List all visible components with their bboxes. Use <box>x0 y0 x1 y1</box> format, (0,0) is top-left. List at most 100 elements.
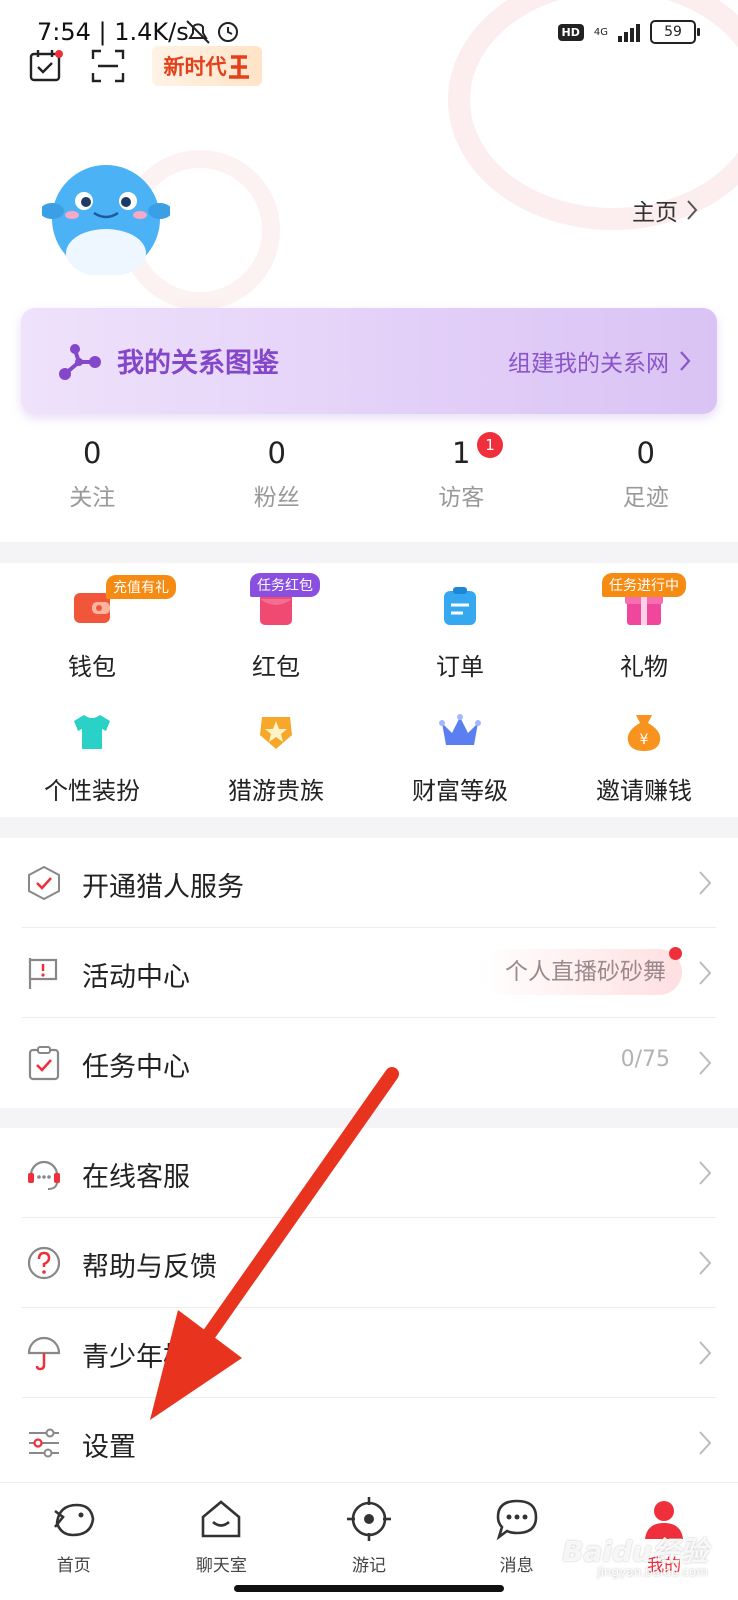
clipboard-check-icon <box>28 1046 60 1081</box>
profile-header-area: 7:54 | 1.4K/s HD 4G 59 新时代 主页 我的关系图鉴 组建我… <box>0 0 738 542</box>
checkin-calendar-button[interactable] <box>28 48 64 84</box>
grid-item-label: 猎游贵族 <box>228 777 324 805</box>
stat-visitors[interactable]: 1 访客 1 <box>369 432 554 522</box>
grid-item-label: 财富等级 <box>412 777 508 805</box>
grid-item-invite[interactable]: ¥ 邀请赚钱 <box>552 709 736 806</box>
scan-button[interactable] <box>90 48 126 84</box>
signal-icon <box>618 22 640 42</box>
home-page-link[interactable]: 主页 <box>632 193 698 227</box>
avatar[interactable] <box>40 155 172 277</box>
nav-travel-notes[interactable]: 游记 <box>295 1483 443 1600</box>
new-era-banner-button[interactable]: 新时代 <box>152 46 262 86</box>
menu-item-task-center[interactable]: 任务中心 0/75 <box>0 1018 738 1108</box>
grid-item-wallet[interactable]: 钱包 充值有礼 <box>0 575 184 682</box>
nav-label: 游记 <box>351 1556 386 1576</box>
grid-item-orders[interactable]: 订单 <box>368 585 552 682</box>
nav-home[interactable]: 首页 <box>0 1483 148 1600</box>
stat-footprints[interactable]: 0 足迹 <box>554 432 738 522</box>
nav-label: 聊天室 <box>195 1556 247 1576</box>
feature-grid: 钱包 充值有礼 红包 任务红包 订单 礼物 任务进行中 个性装扮 猎游贵族 财富… <box>0 563 738 817</box>
crown-icon <box>439 714 481 745</box>
menu-item-customer-service[interactable]: 在线客服 <box>0 1128 738 1218</box>
umbrella-icon <box>27 1336 61 1371</box>
header-toolbar: 新时代 <box>28 46 262 86</box>
grid-item-label: 订单 <box>436 653 484 681</box>
chevron-right-icon <box>680 351 691 371</box>
menu-item-hunter-service[interactable]: 开通猎人服务 <box>0 838 738 928</box>
nav-label: 首页 <box>56 1556 91 1576</box>
battery-icon: 59 <box>650 20 700 44</box>
shield-check-icon <box>28 865 60 901</box>
promo-tag: 充值有礼 <box>106 575 176 599</box>
chevron-right-icon <box>699 1051 712 1075</box>
new-era-emblem-icon <box>228 55 249 79</box>
menu-item-activity-center[interactable]: 活动中心 个人直播砂砂舞 <box>0 928 738 1018</box>
promo-tag: 任务进行中 <box>602 573 686 597</box>
menu-item-teen-mode[interactable]: 青少年模式 <box>0 1308 738 1398</box>
status-indicators: HD 4G 59 <box>557 20 700 44</box>
stat-value: 1 <box>452 436 471 470</box>
dolphin-avatar-icon <box>40 165 172 277</box>
grid-item-dressup[interactable]: 个性装扮 <box>0 709 184 806</box>
grid-item-gifts[interactable]: 礼物 任务进行中 <box>552 573 736 682</box>
relation-network-icon <box>59 344 101 380</box>
status-time: 7:54 | 1.4K/s <box>37 18 189 46</box>
stat-value: 0 <box>267 436 286 470</box>
grid-item-wealth-level[interactable]: 财富等级 <box>368 709 552 806</box>
menu-item-settings[interactable]: 设置 <box>0 1398 738 1488</box>
hd-badge: HD <box>557 23 584 41</box>
mute-and-alarm-icon <box>186 20 238 44</box>
target-icon <box>346 1497 391 1541</box>
stats-row: 0 关注 0 粉丝 1 访客 1 0 足迹 <box>0 432 738 522</box>
stat-value: 0 <box>83 436 102 470</box>
chevron-right-icon <box>699 1251 712 1275</box>
chevron-right-icon <box>699 1431 712 1455</box>
flag-icon <box>28 958 58 989</box>
message-bubble-icon <box>496 1499 537 1541</box>
stat-value: 0 <box>636 436 655 470</box>
sliders-icon <box>29 1428 59 1458</box>
nav-chatroom[interactable]: 聊天室 <box>148 1483 296 1600</box>
promo-tag: 任务红包 <box>250 573 320 597</box>
chevron-right-icon <box>699 961 712 985</box>
stat-label: 关注 <box>69 485 116 511</box>
new-era-label: 新时代 <box>163 54 227 79</box>
battery-level: 59 <box>664 24 682 40</box>
headset-icon <box>28 1160 60 1190</box>
grid-item-noble[interactable]: 猎游贵族 <box>184 709 368 806</box>
notification-dot <box>669 947 682 960</box>
stat-label: 访客 <box>438 485 485 511</box>
chevron-right-icon <box>699 871 712 895</box>
menu-item-label: 设置 <box>82 1432 136 1463</box>
chatroom-house-icon <box>202 1500 241 1538</box>
menu-group-support: 在线客服 帮助与反馈 青少年模式 设置 <box>0 1128 738 1488</box>
stat-following[interactable]: 0 关注 <box>0 432 185 522</box>
tshirt-icon <box>74 715 110 749</box>
menu-item-label: 开通猎人服务 <box>82 872 244 903</box>
grid-item-label: 红包 <box>252 653 300 681</box>
noble-badge-icon <box>260 717 292 749</box>
relation-card-title: 我的关系图鉴 <box>117 348 279 379</box>
visitor-count-badge: 1 <box>477 432 503 458</box>
menu-item-label: 青少年模式 <box>82 1342 217 1373</box>
order-icon <box>444 587 476 625</box>
stat-fans[interactable]: 0 粉丝 <box>185 432 370 522</box>
baidu-watermark: Baidu经验 <box>562 1535 708 1568</box>
build-relation-link[interactable]: 组建我的关系网 <box>508 344 691 378</box>
chevron-right-icon <box>699 1161 712 1185</box>
menu-item-help-feedback[interactable]: 帮助与反馈 <box>0 1218 738 1308</box>
menu-item-label: 在线客服 <box>82 1162 190 1193</box>
task-progress: 0/75 <box>620 1047 670 1072</box>
relation-card-action: 组建我的关系网 <box>508 351 669 377</box>
svg-text:¥: ¥ <box>640 732 649 748</box>
network-type: 4G <box>593 26 608 38</box>
stat-label: 足迹 <box>622 485 669 511</box>
chevron-right-icon <box>687 200 698 220</box>
grid-item-red-envelope[interactable]: 红包 任务红包 <box>184 573 368 682</box>
chevron-right-icon <box>699 1341 712 1365</box>
home-indicator <box>234 1585 504 1592</box>
grid-item-label: 礼物 <box>620 653 668 681</box>
scan-icon <box>91 49 125 83</box>
relation-map-card[interactable]: 我的关系图鉴 组建我的关系网 <box>21 308 717 414</box>
home-fish-icon <box>53 1503 95 1537</box>
